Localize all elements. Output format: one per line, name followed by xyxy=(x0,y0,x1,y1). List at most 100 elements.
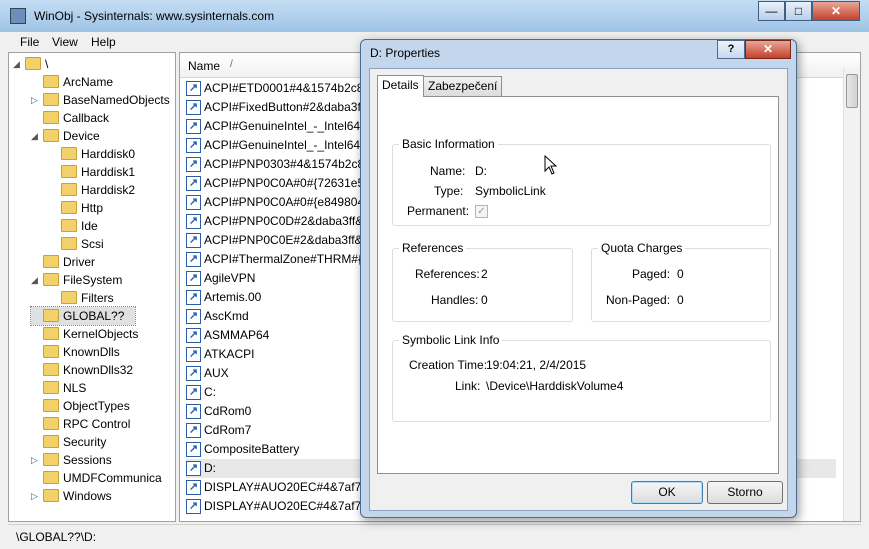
expand-icon[interactable]: ▷ xyxy=(31,487,41,505)
list-item-label: D: xyxy=(204,461,216,475)
permanent-checkbox[interactable]: ✓ xyxy=(475,205,488,218)
folder-icon xyxy=(43,435,59,448)
handles-value: 0 xyxy=(481,293,488,307)
menu-view[interactable]: View xyxy=(52,35,78,49)
dialog-close-button[interactable]: ✕ xyxy=(745,40,791,59)
tab-details[interactable]: Details xyxy=(377,75,424,97)
quota-charges-group: Quota Charges Paged: 0 Non-Paged: 0 xyxy=(591,241,771,322)
folder-icon xyxy=(61,291,77,304)
tree-item-label: Http xyxy=(81,201,104,215)
minimize-button[interactable]: — xyxy=(758,1,785,21)
list-item-label: ACPI#PNP0C0E#2&daba3ff&2 xyxy=(204,233,370,247)
list-item-label: ACPI#PNP0C0D#2&daba3ff& xyxy=(204,214,364,228)
symbolic-link-icon: ↗ xyxy=(186,347,201,362)
permanent-label: Permanent: xyxy=(407,204,470,218)
folder-icon xyxy=(43,471,59,484)
nonpaged-value: 0 xyxy=(677,293,684,307)
title-bar[interactable]: WinObj - Sysinternals: www.sysinternals.… xyxy=(0,0,869,32)
folder-icon xyxy=(61,147,77,160)
symbolic-link-icon: ↗ xyxy=(186,423,201,438)
tree-item-label: Security xyxy=(63,435,107,449)
dialog-title: D: Properties xyxy=(370,46,441,60)
folder-icon xyxy=(43,363,59,376)
list-item-label: Artemis.00 xyxy=(204,290,262,304)
tree-item-label: Callback xyxy=(63,111,110,125)
symbolic-link-icon: ↗ xyxy=(186,138,201,153)
tree-item-label: Scsi xyxy=(81,237,104,251)
tree-item-label: Harddisk1 xyxy=(81,165,136,179)
collapse-icon[interactable]: ◢ xyxy=(31,127,41,145)
symbolic-link-icon: ↗ xyxy=(186,366,201,381)
creation-time-label: Creation Time: xyxy=(409,358,488,372)
collapse-icon[interactable]: ◢ xyxy=(31,271,41,289)
creation-time-value: 19:04:21, 2/4/2015 xyxy=(486,358,587,372)
maximize-button[interactable]: □ xyxy=(785,1,812,21)
column-header-name[interactable]: Name xyxy=(188,59,220,73)
folder-icon xyxy=(43,273,59,286)
folder-icon xyxy=(43,309,59,322)
folder-icon xyxy=(43,255,59,268)
list-item-label: ACPI#ThermalZone#THRM#{4 xyxy=(204,252,369,266)
scrollbar-thumb[interactable] xyxy=(846,74,858,108)
symbolic-link-icon: ↗ xyxy=(186,214,201,229)
tree-item[interactable]: GLOBAL?? xyxy=(30,306,136,326)
symbolic-link-icon: ↗ xyxy=(186,309,201,324)
tree-item-label: \ xyxy=(45,57,49,71)
symbolic-link-icon: ↗ xyxy=(186,461,201,476)
expand-icon[interactable]: ▷ xyxy=(31,91,41,109)
menu-file[interactable]: File xyxy=(20,35,39,49)
tree-item-label: Driver xyxy=(63,255,95,269)
list-item-label: DISPLAY#AUO20EC#4&7af726 xyxy=(204,499,375,513)
folder-icon xyxy=(43,417,59,430)
tree-item-label: KnownDlls32 xyxy=(63,363,134,377)
help-button[interactable]: ? xyxy=(717,40,745,59)
collapse-icon[interactable]: ◢ xyxy=(13,55,23,73)
window-title: WinObj - Sysinternals: www.sysinternals.… xyxy=(34,9,275,23)
tab-security[interactable]: Zabezpečení xyxy=(423,76,503,96)
tree-item-label: Ide xyxy=(81,219,98,233)
list-item-label: CompositeBattery xyxy=(204,442,300,456)
folder-icon xyxy=(61,201,77,214)
list-item-label: DISPLAY#AUO20EC#4&7af726 xyxy=(204,480,375,494)
tree-item-label: FileSystem xyxy=(63,273,123,287)
list-item-label: ACPI#GenuineIntel_-_Intel64_ xyxy=(204,119,367,133)
cancel-button[interactable]: Storno xyxy=(707,481,783,504)
list-item-label: ACPI#PNP0C0A#0#{e849804e xyxy=(204,195,371,209)
symbolic-link-icon: ↗ xyxy=(186,442,201,457)
folder-icon xyxy=(61,219,77,232)
dialog-body: Details Zabezpečení Basic Information Na… xyxy=(369,68,788,511)
tree-item-label: Sessions xyxy=(63,453,112,467)
folder-icon xyxy=(61,183,77,196)
tree-item-label: KnownDlls xyxy=(63,345,120,359)
tree-item-label: GLOBAL?? xyxy=(63,309,125,323)
tree-item-label: Harddisk0 xyxy=(81,147,136,161)
tree-item-label: Windows xyxy=(63,489,112,503)
list-item-label: CdRom7 xyxy=(204,423,252,437)
quota-charges-title: Quota Charges xyxy=(598,241,686,255)
tree-item-label: Device xyxy=(63,129,100,143)
folder-icon xyxy=(43,399,59,412)
list-item-label: ACPI#FixedButton#2&daba3ff xyxy=(204,100,364,114)
list-item-label: C: xyxy=(204,385,216,399)
menu-help[interactable]: Help xyxy=(91,35,116,49)
basic-info-title: Basic Information xyxy=(399,137,498,151)
app-icon xyxy=(10,8,26,24)
tree-item-label: RPC Control xyxy=(63,417,131,431)
symbolic-link-icon: ↗ xyxy=(186,252,201,267)
tree-item-label: ArcName xyxy=(63,75,114,89)
list-item-label: CdRom0 xyxy=(204,404,252,418)
ok-button[interactable]: OK xyxy=(631,481,703,504)
tree-item-label: ObjectTypes xyxy=(63,399,130,413)
name-value: D: xyxy=(475,164,487,178)
name-label: Name: xyxy=(430,164,466,178)
list-item-label: ACPI#ETD0001#4&1574b2c8& xyxy=(204,81,372,95)
folder-icon xyxy=(43,129,59,142)
symbolic-link-icon: ↗ xyxy=(186,385,201,400)
object-tree[interactable]: ◢ \ ArcName ▷ BaseNamedObjects Callback ◢ Devic… xyxy=(8,52,176,522)
folder-icon xyxy=(43,75,59,88)
symbolic-link-icon: ↗ xyxy=(186,233,201,248)
expand-icon[interactable]: ▷ xyxy=(31,451,41,469)
close-button[interactable]: ✕ xyxy=(812,1,860,21)
vertical-scrollbar[interactable] xyxy=(843,68,860,521)
folder-icon xyxy=(43,489,59,502)
